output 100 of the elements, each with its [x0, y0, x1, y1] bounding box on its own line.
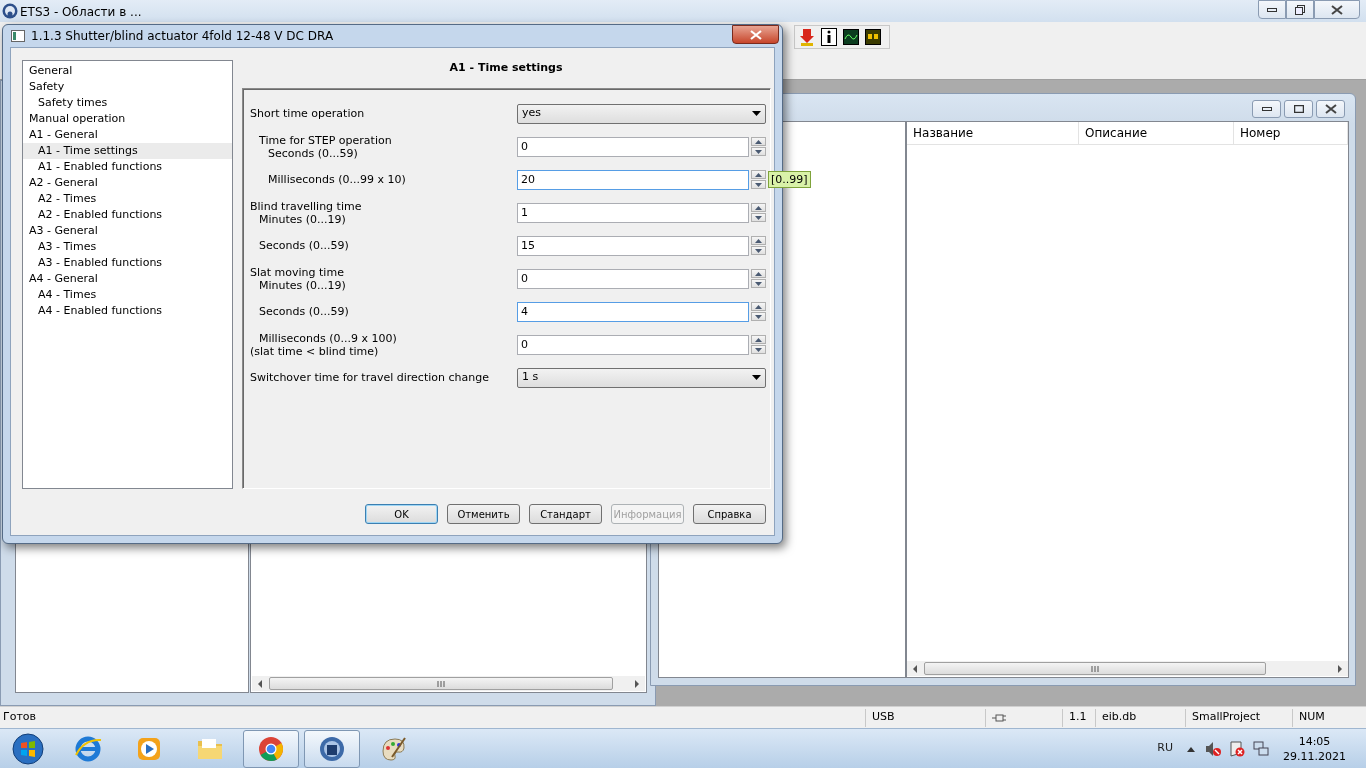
dropdown[interactable]: 1 s	[517, 367, 766, 388]
close-button[interactable]	[1314, 0, 1360, 19]
dialog-button[interactable]: Стандарт	[529, 504, 602, 524]
spin-up-button[interactable]	[751, 137, 766, 146]
spin-down-button[interactable]	[751, 246, 766, 255]
number-field[interactable]: 0	[517, 136, 749, 157]
spin-down-button[interactable]	[751, 312, 766, 321]
action-center-icon	[1229, 740, 1245, 757]
tree-item[interactable]: A2 - Times	[23, 191, 232, 207]
horizontal-scrollbar[interactable]	[907, 661, 1348, 676]
language-indicator[interactable]: RU	[1157, 740, 1173, 757]
number-field[interactable]: 0	[517, 268, 749, 289]
tree-item[interactable]: Manual operation	[23, 111, 232, 127]
spin-down-button[interactable]	[751, 213, 766, 222]
tree-item[interactable]: A4 - Enabled functions	[23, 303, 232, 319]
info-icon	[821, 28, 837, 46]
down-arrow-icon	[755, 281, 762, 286]
spin-down-button[interactable]	[751, 279, 766, 288]
parameter-label: Minutes (0...19)	[258, 212, 347, 226]
horizontal-scrollbar[interactable]	[252, 676, 645, 691]
status-text: USB	[872, 709, 895, 726]
number-field[interactable]: 15	[517, 235, 749, 256]
grip-icon	[437, 680, 445, 687]
chrome-icon	[257, 734, 285, 763]
close-button[interactable]	[1316, 100, 1345, 118]
minimize-button[interactable]	[1252, 100, 1281, 118]
number-field[interactable]: 1	[517, 202, 749, 223]
parameter-label: Switchover time for travel direction change	[250, 371, 490, 384]
number-field[interactable]: 0	[517, 334, 749, 355]
up-arrow-icon	[755, 304, 762, 309]
tree-item[interactable]: A4 - General	[23, 271, 232, 287]
dialog-button[interactable]: OK	[365, 504, 438, 524]
up-arrow-icon	[755, 271, 762, 276]
parameter-label: Seconds (0...59)	[258, 239, 350, 252]
spin-down-button[interactable]	[751, 180, 766, 189]
dialog-title: 1.1.3 Shutter/blind actuator 4fold 12-48 V DC DRA	[31, 28, 334, 45]
tree-item[interactable]: Safety	[23, 79, 232, 95]
dropdown[interactable]: yes	[517, 103, 766, 124]
tree-item[interactable]: A3 - Times	[23, 239, 232, 255]
column-header[interactable]: Название	[907, 122, 1079, 145]
show-hidden-icons-icon	[1187, 745, 1195, 752]
minimize-button[interactable]	[1258, 0, 1286, 19]
dialog-button[interactable]: Справка	[693, 504, 766, 524]
clock-time[interactable]: 14:05	[1298, 733, 1331, 749]
spin-up-button[interactable]	[751, 203, 766, 212]
scroll-left-icon	[911, 665, 919, 673]
spin-up-button[interactable]	[751, 236, 766, 245]
parameter-label: Slat moving time	[250, 265, 345, 279]
spin-down-button[interactable]	[751, 345, 766, 354]
spin-up-button[interactable]	[751, 269, 766, 278]
range-tooltip: [0..99]	[768, 170, 811, 188]
chart-icon	[843, 29, 859, 45]
dialog-button[interactable]: Отменить	[447, 504, 520, 524]
tree-item[interactable]: A3 - Enabled functions	[23, 255, 232, 271]
tree-item[interactable]: A3 - General	[23, 223, 232, 239]
tree-item[interactable]: A1 - Time settings	[23, 143, 232, 159]
scroll-thumb[interactable]	[269, 677, 613, 690]
tree-item[interactable]: A1 - Enabled functions	[23, 159, 232, 175]
network-icon	[1253, 740, 1269, 757]
scroll-thumb[interactable]	[924, 662, 1266, 675]
tree-item[interactable]: Safety times	[23, 95, 232, 111]
status-text: 1.1	[1069, 709, 1087, 726]
tree-item[interactable]: A1 - General	[23, 127, 232, 143]
close-icon	[1324, 104, 1337, 114]
download-arrow-icon	[799, 28, 815, 46]
clock-date[interactable]: 29.11.2021	[1283, 748, 1346, 764]
app-logo-icon	[2, 3, 18, 19]
page-heading: A1 - Time settings	[448, 60, 564, 76]
parameter-label: Milliseconds (0...99 x 10)	[267, 173, 407, 186]
tree-item[interactable]: A4 - Times	[23, 287, 232, 303]
restore-button[interactable]	[1286, 0, 1314, 19]
minimize-icon	[1261, 107, 1272, 111]
window-title: ETS3 - Области в ...	[20, 4, 142, 21]
parameter-label: Short time operation	[250, 107, 366, 120]
spin-up-button[interactable]	[751, 302, 766, 311]
caret-icon	[752, 375, 761, 380]
status-text: eib.db	[1102, 709, 1137, 726]
spin-up-button[interactable]	[751, 170, 766, 179]
up-arrow-icon	[755, 238, 762, 243]
close-button[interactable]	[732, 25, 779, 44]
tree-item[interactable]: A2 - General	[23, 175, 232, 191]
grip-icon	[1091, 665, 1099, 672]
column-header[interactable]: Описание	[1079, 122, 1234, 145]
number-field[interactable]: 4	[517, 301, 749, 322]
number-field[interactable]: 20	[517, 169, 749, 190]
browser-icon	[74, 734, 102, 763]
minimize-icon	[1267, 7, 1277, 12]
scroll-left-icon	[256, 680, 264, 688]
spin-up-button[interactable]	[751, 335, 766, 344]
maximize-button[interactable]	[1284, 100, 1313, 118]
spin-down-button[interactable]	[751, 147, 766, 156]
column-header[interactable]: Номер	[1234, 122, 1348, 145]
ets-app-icon	[318, 734, 346, 763]
parameter-label: Milliseconds (0...9 x 100)	[258, 331, 398, 345]
monitor-icon	[865, 29, 881, 45]
tree-item[interactable]: A2 - Enabled functions	[23, 207, 232, 223]
down-arrow-icon	[755, 182, 762, 187]
up-arrow-icon	[755, 205, 762, 210]
scroll-right-icon	[633, 680, 641, 688]
tree-item[interactable]: General	[23, 63, 232, 79]
